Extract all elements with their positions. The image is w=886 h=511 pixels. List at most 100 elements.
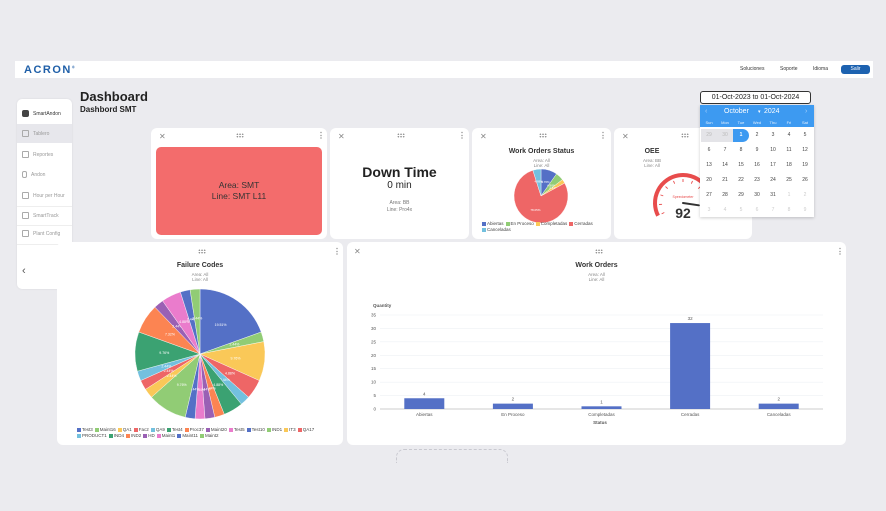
close-icon[interactable]: ✕: [480, 132, 487, 141]
more-menu-icon[interactable]: ⋮: [836, 247, 844, 256]
calendar-day[interactable]: 19: [797, 159, 813, 172]
close-icon[interactable]: ✕: [338, 132, 345, 141]
y-tick-label: 0: [373, 407, 376, 412]
calendar-day[interactable]: 10: [765, 144, 781, 157]
calendar-day[interactable]: 6: [701, 144, 717, 157]
drag-handle-icon[interactable]: [595, 249, 603, 254]
calendar-day[interactable]: 26: [797, 174, 813, 187]
bar-canceladas[interactable]: [758, 403, 799, 409]
sidebar-item-smartandon[interactable]: SmartAndon: [17, 104, 72, 123]
more-menu-icon[interactable]: ⋮: [317, 131, 325, 140]
legend-item[interactable]: Maint1: [156, 433, 175, 439]
calendar-day[interactable]: 2: [797, 189, 813, 202]
nav-soporte[interactable]: Soporte: [780, 66, 798, 72]
drag-handle-icon[interactable]: [397, 133, 405, 138]
calendar-day[interactable]: 24: [765, 174, 781, 187]
calendar-day[interactable]: 12: [797, 144, 813, 157]
logout-button[interactable]: Salir: [841, 65, 870, 74]
bar-completadas[interactable]: [581, 406, 622, 409]
calendar-day[interactable]: 28: [717, 189, 733, 202]
legend-item[interactable]: QA17: [297, 427, 314, 433]
calendar-day[interactable]: 3: [701, 204, 717, 217]
month-select[interactable]: October: [724, 108, 749, 115]
nav-soluciones[interactable]: Soluciones: [740, 66, 764, 72]
sidebar-item-hour-per-hour[interactable]: Hour per Hour: [17, 186, 72, 205]
legend-item[interactable]: IND4: [108, 433, 124, 439]
calendar-day[interactable]: 29: [733, 189, 749, 202]
calendar-day[interactable]: 31: [765, 189, 781, 202]
calendar-day[interactable]: 21: [717, 174, 733, 187]
close-icon[interactable]: ✕: [159, 132, 166, 141]
calendar-day[interactable]: 22: [733, 174, 749, 187]
calendar-day[interactable]: 1: [781, 189, 797, 202]
legend-item[interactable]: Canceladas: [482, 227, 511, 233]
more-menu-icon[interactable]: ⋮: [458, 131, 466, 140]
date-range-input[interactable]: 01-Oct-2023 to 01-Oct-2024: [700, 91, 811, 104]
legend-item[interactable]: IND2: [126, 433, 141, 439]
calendar-day[interactable]: 7: [717, 144, 733, 157]
chevron-left-icon[interactable]: ‹: [22, 265, 26, 277]
calendar-day[interactable]: 7: [765, 204, 781, 217]
bar-en-proceso[interactable]: [492, 403, 533, 409]
bar-cerradas[interactable]: [670, 323, 711, 409]
calendar-day[interactable]: 5: [797, 129, 813, 142]
sidebar-item-reportes[interactable]: Reportes: [17, 145, 72, 164]
calendar-day[interactable]: 18: [781, 159, 797, 172]
sidebar-item-smarttrack[interactable]: SmartTrack: [17, 206, 72, 225]
next-month-icon[interactable]: ›: [805, 108, 807, 115]
calendar-day[interactable]: 30: [717, 129, 733, 142]
drag-handle-icon[interactable]: [681, 133, 689, 138]
drag-handle-icon[interactable]: [539, 133, 547, 138]
calendar-day[interactable]: 25: [781, 174, 797, 187]
calendar-day[interactable]: 4: [717, 204, 733, 217]
nav-idioma[interactable]: Idioma: [813, 66, 828, 72]
calendar-day[interactable]: 17: [765, 159, 781, 172]
calendar-day[interactable]: 16: [749, 159, 765, 172]
year-input[interactable]: 2024: [764, 108, 780, 115]
legend-item[interactable]: Completadas: [535, 221, 567, 227]
calendar-day[interactable]: 5: [733, 204, 749, 217]
calendar-day[interactable]: 8: [781, 204, 797, 217]
downtime-line: Line: Pro4x: [386, 207, 413, 213]
sidebar-item-tablero[interactable]: Tablero: [17, 124, 72, 143]
legend-item[interactable]: Test10: [246, 427, 265, 433]
legend-item[interactable]: Test5: [228, 427, 245, 433]
calendar-day[interactable]: 4: [781, 129, 797, 142]
drag-handle-icon[interactable]: [198, 249, 206, 254]
close-icon[interactable]: ✕: [622, 132, 629, 141]
calendar-day[interactable]: 29: [701, 129, 717, 142]
legend-item[interactable]: Maint11: [177, 433, 198, 439]
bar-abiertas[interactable]: [404, 398, 445, 409]
bottom-drawer-handle[interactable]: [396, 449, 508, 463]
more-menu-icon[interactable]: ⋮: [599, 131, 607, 140]
calendar-day[interactable]: 14: [717, 159, 733, 172]
sidebar-item-andon[interactable]: Andon: [17, 165, 72, 184]
legend-item[interactable]: Maint2: [200, 433, 219, 439]
legend-item[interactable]: Cerradas: [569, 221, 593, 227]
calendar-day[interactable]: 23: [749, 174, 765, 187]
sidebar-item-plant-config[interactable]: Plant Config: [17, 224, 72, 243]
calendar-day[interactable]: 9: [749, 144, 765, 157]
calendar-day[interactable]: 9: [797, 204, 813, 217]
drag-handle-icon[interactable]: [236, 133, 244, 138]
calendar-day[interactable]: 6: [749, 204, 765, 217]
calendar-day[interactable]: 13: [701, 159, 717, 172]
calendar-day[interactable]: 30: [749, 189, 765, 202]
legend-item[interactable]: HD: [143, 433, 155, 439]
legend-item[interactable]: IT3: [284, 427, 296, 433]
calendar-day[interactable]: 1: [733, 129, 749, 142]
close-icon[interactable]: ✕: [354, 247, 361, 256]
more-menu-icon[interactable]: ⋮: [333, 247, 341, 256]
calendar-day[interactable]: 11: [781, 144, 797, 157]
calendar-day[interactable]: 15: [733, 159, 749, 172]
calendar-day[interactable]: 27: [701, 189, 717, 202]
calendar-day[interactable]: 3: [765, 129, 781, 142]
calendar-day[interactable]: 8: [733, 144, 749, 157]
chevron-down-icon[interactable]: ▾: [758, 109, 761, 115]
calendar-day[interactable]: 20: [701, 174, 717, 187]
prev-month-icon[interactable]: ‹: [705, 108, 707, 115]
acron-logo[interactable]: ACRON®: [24, 64, 76, 76]
legend-item[interactable]: IND1: [266, 427, 282, 433]
legend-item[interactable]: PRODUCT1: [77, 433, 107, 439]
calendar-day[interactable]: 2: [749, 129, 765, 142]
